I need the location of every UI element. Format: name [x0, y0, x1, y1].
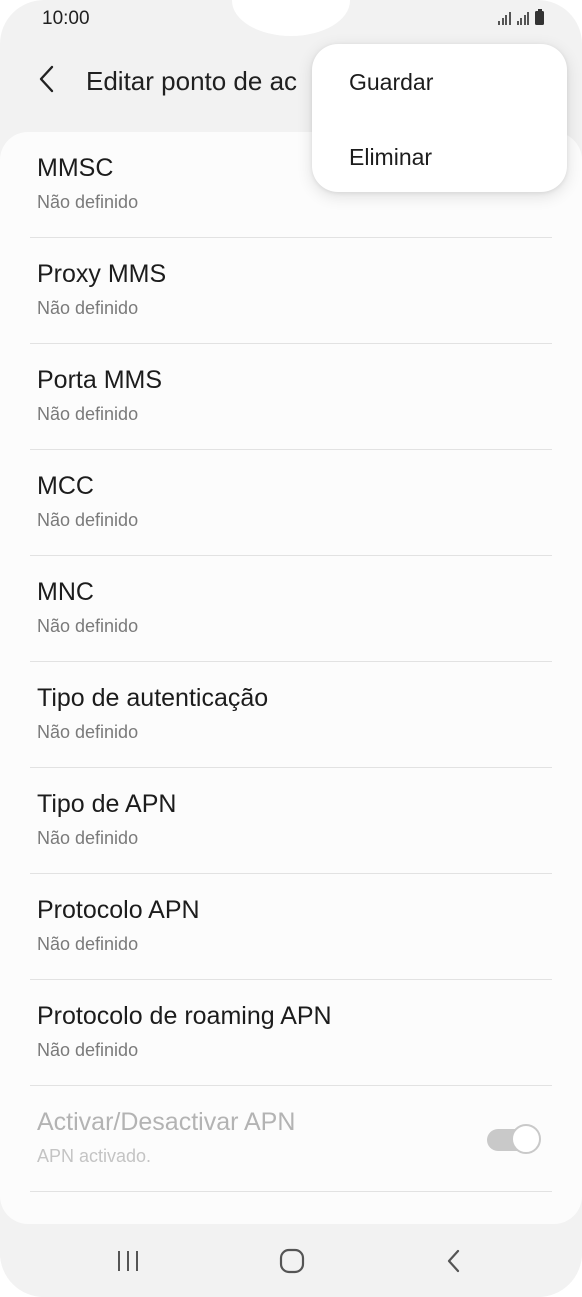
status-bar: 10:00 — [0, 0, 582, 36]
settings-item-value: APN activado. — [37, 1146, 152, 1166]
chevron-left-icon[interactable] — [32, 64, 62, 94]
settings-item-value: Não definido — [37, 1040, 139, 1060]
settings-item[interactable]: Tipo de autenticação Não definido — [0, 662, 582, 768]
settings-item-title: MMSC — [37, 154, 114, 182]
back-icon[interactable] — [434, 1246, 474, 1276]
settings-item[interactable]: Proxy MMS Não definido — [0, 238, 582, 344]
signal-icon — [498, 11, 511, 25]
phone-screen: 10:00 Editar ponto de ac MMSC Não definid… — [0, 0, 582, 1297]
signal-icon-2 — [516, 11, 529, 25]
status-icons — [498, 9, 544, 25]
overflow-menu: Guardar Eliminar — [312, 44, 567, 192]
settings-item-title: MCC — [37, 472, 94, 500]
navigation-bar — [0, 1224, 582, 1297]
apn-toggle-switch[interactable] — [487, 1124, 541, 1154]
settings-item-value: Não definido — [37, 404, 139, 424]
menu-item-guardar[interactable]: Guardar — [349, 69, 433, 96]
settings-item-title: Protocolo de roaming APN — [37, 1002, 332, 1030]
settings-item-apn-toggle[interactable]: Activar/Desactivar APN APN activado. — [0, 1086, 582, 1192]
settings-item-value: Não definido — [37, 828, 139, 848]
settings-item[interactable]: MCC Não definido — [0, 450, 582, 556]
recent-apps-icon[interactable] — [108, 1246, 148, 1276]
settings-item-value: Não definido — [37, 722, 139, 742]
settings-list: MMSC Não definido Proxy MMS Não definido Por… — [0, 132, 582, 1224]
toggle-knob — [511, 1124, 541, 1154]
settings-item[interactable]: Tipo de APN Não definido — [0, 768, 582, 874]
settings-item-value: Não definido — [37, 510, 139, 530]
page-title: Editar ponto de ac — [86, 66, 298, 96]
settings-item-value: Não definido — [37, 616, 139, 636]
settings-item-title: MNC — [37, 578, 94, 606]
menu-item-eliminar[interactable]: Eliminar — [349, 144, 432, 171]
settings-item[interactable]: Protocolo de roaming APN Não definido — [0, 980, 582, 1086]
home-icon[interactable] — [272, 1246, 312, 1276]
settings-item-partial[interactable] — [0, 1192, 582, 1224]
settings-item[interactable]: Porta MMS Não definido — [0, 344, 582, 450]
settings-item[interactable]: Protocolo APN Não definido — [0, 874, 582, 980]
settings-item[interactable]: MNC Não definido — [0, 556, 582, 662]
settings-item-title: Protocolo APN — [37, 896, 200, 924]
settings-item-value: Não definido — [37, 298, 139, 318]
settings-item-title: Proxy MMS — [37, 260, 167, 288]
settings-item-title: Tipo de autenticação — [37, 684, 269, 712]
settings-item-value: Não definido — [37, 934, 139, 954]
settings-item-title: Porta MMS — [37, 366, 163, 394]
battery-icon — [535, 9, 544, 25]
settings-item-value: Não definido — [37, 192, 139, 212]
settings-item-title: Activar/Desactivar APN — [37, 1108, 296, 1136]
status-time: 10:00 — [42, 8, 90, 29]
settings-item-title: Tipo de APN — [37, 790, 177, 818]
